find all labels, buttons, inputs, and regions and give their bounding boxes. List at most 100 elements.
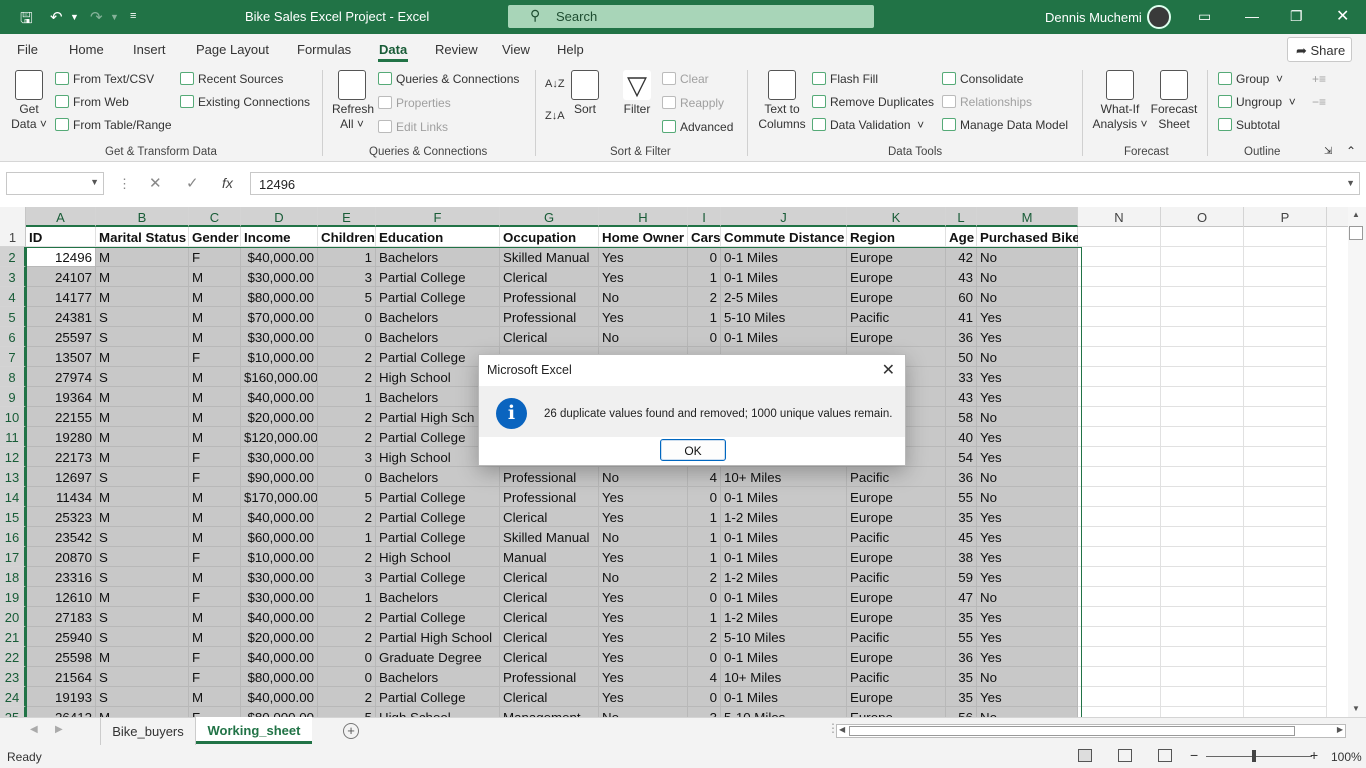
grid-cell[interactable]: Yes <box>977 547 1078 567</box>
grid-cell[interactable] <box>1078 667 1161 687</box>
column-header[interactable]: J <box>721 207 847 227</box>
grid-cell[interactable] <box>1078 447 1161 467</box>
grid-cell[interactable]: No <box>599 527 688 547</box>
grid-cell[interactable]: No <box>599 287 688 307</box>
grid-cell[interactable]: F <box>189 647 241 667</box>
grid-cell[interactable] <box>1161 267 1244 287</box>
grid-cell[interactable]: 55 <box>946 487 977 507</box>
scroll-up-icon[interactable]: ▲ <box>1352 210 1360 219</box>
page-break-view-icon[interactable] <box>1158 749 1172 762</box>
grid-cell[interactable]: 54 <box>946 447 977 467</box>
row-header[interactable]: 11 <box>0 427 26 447</box>
row-header[interactable]: 6 <box>0 327 26 347</box>
grid-cell[interactable]: 23316 <box>26 567 96 587</box>
grid-cell[interactable]: 0 <box>688 587 721 607</box>
column-header[interactable]: K <box>847 207 946 227</box>
grid-cell[interactable]: 0 <box>318 467 376 487</box>
grid-cell[interactable]: 12496 <box>26 247 96 267</box>
grid-cell[interactable]: No <box>977 247 1078 267</box>
existing-connections-button[interactable]: Existing Connections <box>180 95 310 109</box>
scroll-right-icon[interactable]: ▶ <box>1337 725 1343 734</box>
grid-cell[interactable]: Occupation <box>500 227 599 247</box>
grid-cell[interactable]: Europe <box>847 507 946 527</box>
grid-cell[interactable]: Partial College <box>376 287 500 307</box>
row-header[interactable]: 18 <box>0 567 26 587</box>
grid-cell[interactable] <box>1078 567 1161 587</box>
grid-cell[interactable]: 0 <box>318 307 376 327</box>
grid-cell[interactable]: 58 <box>946 407 977 427</box>
dialog-launcher-icon[interactable]: ⇲ <box>1324 146 1332 157</box>
column-header[interactable]: D <box>241 207 318 227</box>
grid-cell[interactable]: No <box>977 407 1078 427</box>
tab-formulas[interactable]: Formulas <box>297 42 351 57</box>
grid-cell[interactable]: Professional <box>500 667 599 687</box>
redo-icon[interactable]: ↷ <box>90 8 103 26</box>
close-icon[interactable]: ✕ <box>882 360 895 380</box>
grid-cell[interactable]: Bachelors <box>376 307 500 327</box>
grid-cell[interactable]: S <box>96 327 189 347</box>
grid-cell[interactable] <box>1078 307 1161 327</box>
normal-view-icon[interactable] <box>1078 749 1092 762</box>
grid-cell[interactable]: M <box>189 387 241 407</box>
grid-cell[interactable]: Cars <box>688 227 721 247</box>
grid-cell[interactable] <box>1161 347 1244 367</box>
grid-cell[interactable]: Clerical <box>500 327 599 347</box>
grid-cell[interactable]: Yes <box>977 527 1078 547</box>
grid-cell[interactable] <box>1078 427 1161 447</box>
grid-cell[interactable]: $30,000.00 <box>241 587 318 607</box>
grid-cell[interactable]: 38 <box>946 547 977 567</box>
grid-cell[interactable]: No <box>977 707 1078 717</box>
grid-cell[interactable]: S <box>96 467 189 487</box>
grid-cell[interactable]: F <box>189 667 241 687</box>
sort-button[interactable]: Sort <box>570 70 600 117</box>
grid-cell[interactable]: No <box>599 567 688 587</box>
data-validation-button[interactable]: Data Validation ˅ <box>812 118 924 132</box>
grid-cell[interactable]: 1 <box>688 307 721 327</box>
grid-cell[interactable] <box>1244 527 1327 547</box>
grid-cell[interactable]: 24107 <box>26 267 96 287</box>
grid-cell[interactable]: Clerical <box>500 587 599 607</box>
grid-cell[interactable] <box>1161 287 1244 307</box>
grid-cell[interactable] <box>1078 707 1161 717</box>
grid-cell[interactable]: 19280 <box>26 427 96 447</box>
grid-cell[interactable]: 0-1 Miles <box>721 327 847 347</box>
grid-cell[interactable]: $40,000.00 <box>241 647 318 667</box>
grid-cell[interactable]: 2 <box>688 287 721 307</box>
scroll-down-icon[interactable]: ▼ <box>1352 704 1360 713</box>
grid-cell[interactable]: 36 <box>946 647 977 667</box>
grid-cell[interactable]: 1 <box>318 247 376 267</box>
grid-cell[interactable]: 1 <box>318 527 376 547</box>
grid-cell[interactable]: 0-1 Miles <box>721 647 847 667</box>
grid-cell[interactable]: Professional <box>500 487 599 507</box>
grid-cell[interactable] <box>1161 527 1244 547</box>
grid-cell[interactable]: $10,000.00 <box>241 547 318 567</box>
grid-cell[interactable]: Bachelors <box>376 327 500 347</box>
grid-cell[interactable] <box>1244 707 1327 717</box>
grid-cell[interactable]: Pacific <box>847 527 946 547</box>
grid-cell[interactable]: 10+ Miles <box>721 667 847 687</box>
grid-cell[interactable]: Yes <box>599 307 688 327</box>
grid-cell[interactable]: 5-10 Miles <box>721 627 847 647</box>
grid-cell[interactable]: 12610 <box>26 587 96 607</box>
grid-cell[interactable]: Skilled Manual <box>500 247 599 267</box>
zoom-out-icon[interactable]: − <box>1190 747 1198 763</box>
grid-cell[interactable]: No <box>977 487 1078 507</box>
grid-cell[interactable]: M <box>96 647 189 667</box>
grid-cell[interactable]: 35 <box>946 667 977 687</box>
grid-cell[interactable]: M <box>96 247 189 267</box>
grid-cell[interactable]: M <box>189 427 241 447</box>
grid-cell[interactable]: No <box>599 467 688 487</box>
grid-cell[interactable]: 1 <box>688 527 721 547</box>
advanced-filter-button[interactable]: Advanced <box>662 120 733 134</box>
grid-cell[interactable] <box>1078 267 1161 287</box>
grid-cell[interactable]: 2 <box>688 567 721 587</box>
tab-insert[interactable]: Insert <box>133 42 166 57</box>
grid-cell[interactable]: 3 <box>688 707 721 717</box>
grid-cell[interactable]: Yes <box>977 307 1078 327</box>
tab-help[interactable]: Help <box>557 42 584 57</box>
consolidate-button[interactable]: Consolidate <box>942 72 1023 86</box>
grid-cell[interactable]: Europe <box>847 267 946 287</box>
cancel-icon[interactable]: ✕ <box>149 174 162 192</box>
grid-cell[interactable]: 0 <box>688 327 721 347</box>
grid-cell[interactable]: 42 <box>946 247 977 267</box>
